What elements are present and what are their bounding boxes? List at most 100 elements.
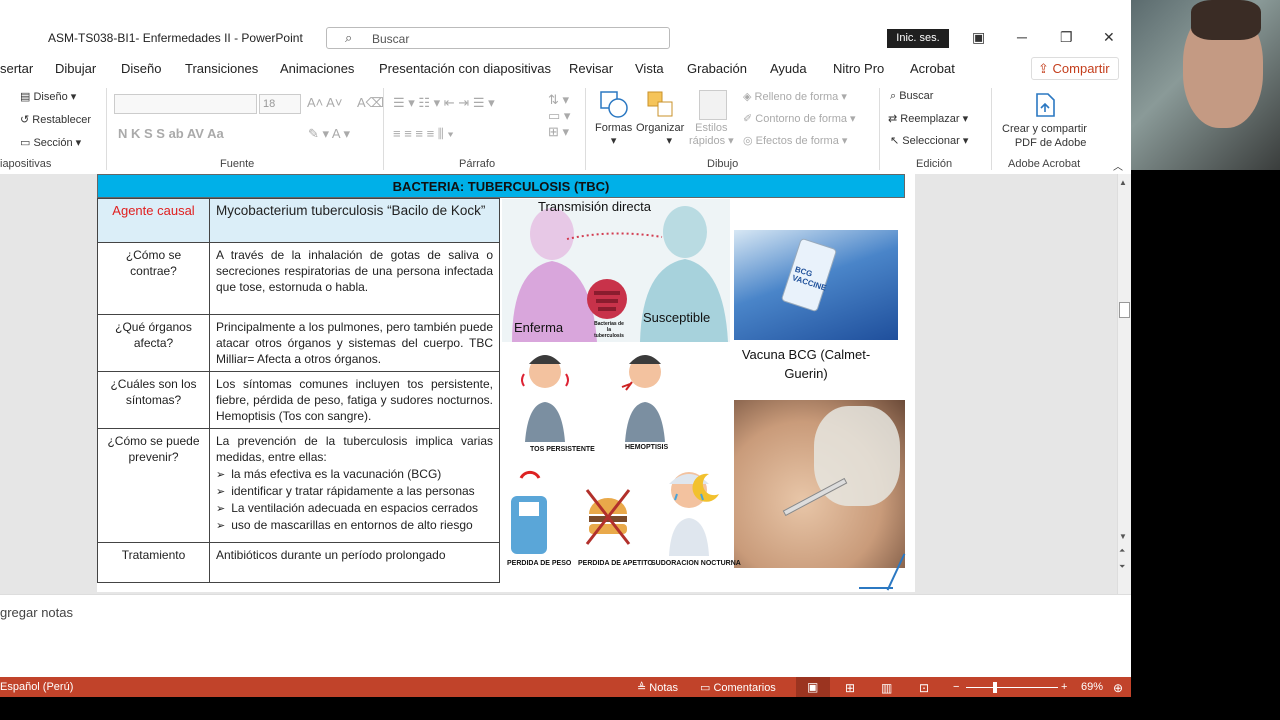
row-question: Tratamiento [97, 542, 210, 583]
zoom-level[interactable]: 69% [1081, 681, 1103, 693]
signin-button[interactable]: Inic. ses. [887, 29, 949, 48]
adobe-pdf-button[interactable]: Crear y compartir PDF de Adobe [1002, 122, 1087, 150]
highlight-icon[interactable]: ✎ ▾ A ▾ [308, 126, 350, 142]
text-direction-icons[interactable]: ⇅ ▾ ▭ ▾ ⊞ ▾ [548, 92, 570, 140]
fit-slide-icon[interactable]: ⊕ [1113, 681, 1123, 695]
scroll-thumb[interactable] [1119, 302, 1130, 318]
reset-button[interactable]: ↺ Restablecer [20, 113, 91, 126]
shape-outline-button[interactable]: ✐ Contorno de forma ▾ [743, 112, 856, 125]
section-button[interactable]: ▭ Sección ▾ [20, 136, 81, 149]
tab-dibujar[interactable]: Dibujar [55, 61, 96, 76]
quick-styles-icon [699, 90, 727, 120]
tab-acrobat[interactable]: Acrobat [910, 61, 955, 76]
vertical-scrollbar[interactable]: ▲ ▼ ⏶ ⏷ [1117, 174, 1131, 594]
powerpoint-window: ASM-TS038-BI1- Enfermedades II - PowerPo… [0, 0, 1131, 720]
share-button[interactable]: ⇪ Compartir [1031, 57, 1119, 80]
notes-button[interactable]: ≜ Notas [637, 681, 678, 694]
cough-label: TOS PERSISTENTE [530, 446, 595, 453]
find-button[interactable]: ⌕ Buscar [890, 90, 933, 103]
zoom-slider[interactable] [966, 687, 1058, 688]
layout-button[interactable]: ▤ Diseño ▾ [20, 90, 76, 103]
tab-presentacion[interactable]: Presentación con diapositivas [379, 61, 551, 76]
sick-label: Enferma [514, 320, 564, 335]
notes-icon: ≜ [637, 682, 650, 694]
font-size-select[interactable]: 18 [259, 94, 301, 114]
tab-ayuda[interactable]: Ayuda [770, 61, 807, 76]
share-label: Compartir [1052, 61, 1110, 76]
prevention-intro: La prevención de la tuberculosis implica… [216, 434, 493, 464]
font-family-select[interactable] [114, 94, 257, 114]
collapse-ribbon-icon[interactable]: ︿ [1113, 158, 1123, 173]
notes-pane[interactable]: gregar notas [0, 594, 1131, 677]
ribbon-tabs: sertar Dibujar Diseño Transiciones Anima… [0, 58, 1131, 80]
layout-icon: ▤ [20, 91, 34, 103]
slide[interactable]: BACTERIA: TUBERCULOSIS (TBC) Agente caus… [97, 174, 915, 592]
vaccine-vial-label: BCG VACCINE [791, 264, 828, 293]
table-row: Agente causal Mycobacterium tuberculosis… [97, 198, 500, 243]
title-bar: ASM-TS038-BI1- Enfermedades II - PowerPo… [0, 22, 1131, 54]
window-title: ASM-TS038-BI1- Enfermedades II - PowerPo… [48, 31, 303, 45]
outline-icon: ✐ [743, 113, 756, 125]
minimize-icon[interactable]: ─ [1017, 29, 1027, 45]
align-icons[interactable]: ≡ ≡ ≡ ≡ ⫼ ▾ [393, 126, 454, 142]
divider [383, 88, 384, 170]
list-icons[interactable]: ☰ ▾ ☷ ▾ ⇤ ⇥ ☰ ▾ [393, 95, 495, 111]
search-box[interactable]: ⌕ Buscar [326, 27, 670, 49]
zoom-slider-thumb[interactable] [993, 682, 997, 693]
row-answer: Los síntomas comunes incluyen tos persis… [209, 371, 500, 429]
list-item: La ventilación adecuada en espacios cerr… [216, 500, 493, 517]
comments-button[interactable]: ▭ Comentarios [700, 681, 776, 694]
reset-icon: ↺ [20, 114, 33, 126]
divider [879, 88, 880, 170]
tab-grabacion[interactable]: Grabación [687, 61, 747, 76]
tab-insertar[interactable]: sertar [0, 61, 33, 76]
next-slide-icon[interactable]: ⏷ [1119, 562, 1125, 572]
shape-fill-button[interactable]: ◈ Relleno de forma ▾ [743, 90, 847, 103]
vaccine-photo: BCG VACCINE [734, 230, 898, 340]
sorter-view-icon[interactable]: ⊞ [845, 681, 855, 695]
restore-icon[interactable]: ❐ [1060, 29, 1073, 46]
tab-diseno[interactable]: Diseño [121, 61, 161, 76]
group-editing-label: Edición [916, 158, 953, 170]
bacteria-label: Bacterias de la tuberculosis [594, 321, 624, 339]
normal-view-button[interactable]: ▣ [796, 677, 830, 697]
fill-icon: ◈ [743, 91, 755, 103]
shapes-button[interactable]: Formas ▾ [595, 122, 632, 147]
zoom-in-icon[interactable]: + [1061, 681, 1067, 693]
prev-slide-icon[interactable]: ⏶ [1119, 546, 1125, 556]
ribbon-display-icon[interactable]: ▣ [972, 29, 985, 46]
tab-nitro[interactable]: Nitro Pro [833, 61, 884, 76]
scale-figure [507, 468, 551, 558]
section-icon: ▭ [20, 137, 34, 149]
tab-revisar[interactable]: Revisar [569, 61, 613, 76]
webcam-hair [1191, 0, 1261, 40]
table-row: ¿Cuáles son los síntomas? Los síntomas c… [97, 371, 500, 429]
shape-effects-button[interactable]: ◎ Efectos de forma ▾ [743, 134, 847, 147]
tab-transiciones[interactable]: Transiciones [185, 61, 258, 76]
list-item: identificar y tratar rápidamente a las p… [216, 483, 493, 500]
zoom-out-icon[interactable]: − [953, 681, 959, 693]
scroll-down-icon[interactable]: ▼ [1119, 532, 1127, 541]
clear-format-icon[interactable]: A⌫ [357, 95, 384, 111]
slideshow-icon[interactable]: ⊡ [919, 681, 929, 695]
arrange-button[interactable]: Organizar ▾ [636, 122, 684, 147]
group-font-label: Fuente [220, 158, 255, 170]
row-answer: Antibióticos durante un período prolonga… [209, 542, 500, 583]
group-paragraph-label: Párrafo [459, 158, 496, 170]
divider [991, 88, 992, 170]
transmission-illustration: Transmisión directa Enferma Susceptible … [502, 199, 730, 342]
replace-button[interactable]: ⇄ Reemplazar ▾ [888, 112, 968, 125]
shapes-icon [599, 90, 629, 123]
tab-animaciones[interactable]: Animaciones [280, 61, 354, 76]
close-icon[interactable]: ✕ [1103, 29, 1115, 46]
cough-figure [520, 344, 570, 444]
font-style-icons[interactable]: N K S S ab AV Aa [118, 126, 224, 141]
quick-styles-button[interactable]: Estilos rápidos ▾ [689, 122, 734, 147]
share-icon: ⇪ [1038, 61, 1053, 76]
scroll-up-icon[interactable]: ▲ [1119, 178, 1127, 187]
reading-view-icon[interactable]: ▥ [881, 681, 892, 695]
tab-vista[interactable]: Vista [635, 61, 664, 76]
select-button[interactable]: ↖ Seleccionar ▾ [890, 134, 968, 147]
font-grow-icon[interactable]: A˄ A˅ [307, 95, 342, 110]
language-status[interactable]: Español (Perú) [0, 681, 73, 693]
